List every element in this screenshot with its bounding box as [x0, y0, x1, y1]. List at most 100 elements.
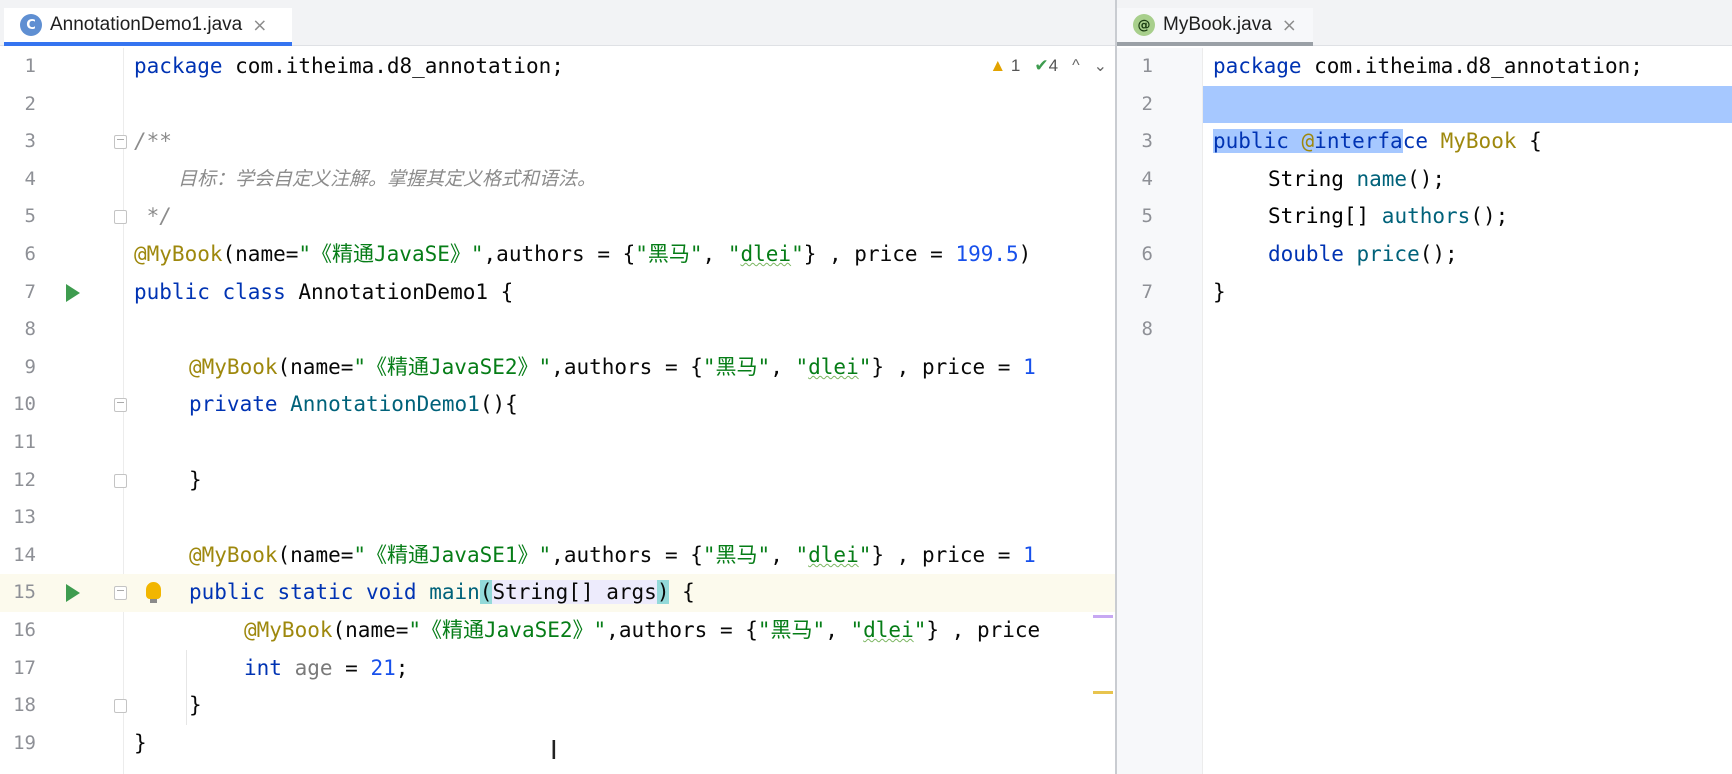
code-line: 18 }: [0, 687, 1115, 725]
line-number: 5: [1141, 205, 1153, 228]
code-line: 17 int age = 21;: [0, 650, 1115, 688]
line-number: 7: [1141, 280, 1153, 303]
code-text: @MyBook(name="《精通JavaSE》",authors = {"黑马…: [134, 242, 1032, 266]
line-number: 2: [24, 92, 36, 115]
line-number: 1: [1141, 55, 1153, 77]
code-text: 目标：学会自定义注解。掌握其定义格式和语法。: [178, 167, 597, 190]
selection-highlight: [1203, 85, 1732, 124]
close-icon[interactable]: ×: [252, 15, 267, 36]
line-number: 11: [13, 431, 36, 453]
line-number: 16: [13, 619, 36, 641]
warning-count[interactable]: ▲ 1: [989, 56, 1020, 76]
close-icon[interactable]: ×: [1282, 15, 1297, 36]
code-line-current: 15 public static void main(String[] args…: [0, 574, 1115, 612]
line-number: 10: [13, 393, 36, 416]
tab-label: MyBook.java: [1163, 14, 1272, 35]
check-count[interactable]: ✔4: [1034, 56, 1058, 76]
line-number: 8: [1141, 318, 1153, 341]
code-line: 5 */: [0, 198, 1115, 236]
code-text: */: [134, 204, 172, 229]
fold-end-icon[interactable]: [114, 699, 127, 714]
code-text: public class AnnotationDemo1 {: [134, 279, 514, 304]
code-text: public @interface MyBook {: [1213, 129, 1542, 154]
code-text: public static void main(String[] args) {: [189, 580, 695, 605]
line-number: 2: [1141, 92, 1153, 115]
left-code-editor[interactable]: ▲ 1 ✔4 ^ ⌄ 1 package com.itheima.d8_anno…: [0, 48, 1115, 774]
code-text: /**: [134, 129, 172, 154]
line-number: 8: [24, 318, 36, 341]
code-text: double price();: [1268, 242, 1458, 266]
code-line: 5 String[] authors();: [1117, 198, 1732, 236]
line-number: 3: [24, 130, 36, 153]
line-number: 12: [13, 468, 36, 491]
line-number: 5: [24, 205, 36, 228]
code-line: 8: [0, 311, 1115, 349]
code-line: 2: [1117, 85, 1732, 124]
fold-icon[interactable]: [114, 135, 127, 150]
line-number: 19: [13, 731, 36, 754]
code-text: @MyBook(name="《精通JavaSE2》",authors = {"黑…: [189, 354, 1036, 379]
class-file-icon: C: [20, 14, 42, 36]
code-line: 7 }: [1117, 274, 1732, 312]
line-number: 4: [24, 167, 36, 190]
run-icon[interactable]: [66, 283, 80, 302]
line-number: 13: [13, 506, 36, 529]
run-icon[interactable]: [66, 584, 80, 603]
fold-icon[interactable]: [114, 398, 127, 413]
code-text: private AnnotationDemo1(){: [189, 392, 518, 417]
code-line: 2: [0, 86, 1115, 124]
code-text: String[] authors();: [1268, 204, 1509, 229]
code-line: 1 package com.itheima.d8_annotation;: [1117, 48, 1732, 86]
code-line: 11: [0, 424, 1115, 462]
code-line: 16 @MyBook(name="《精通JavaSE2》",authors = …: [0, 612, 1115, 650]
code-line: 3 public @interface MyBook {: [1117, 123, 1732, 161]
code-line: 9 @MyBook(name="《精通JavaSE2》",authors = {…: [0, 349, 1115, 387]
line-number: 3: [1141, 130, 1153, 153]
fold-icon[interactable]: [114, 586, 127, 601]
code-line: 6 @MyBook(name="《精通JavaSE》",authors = {"…: [0, 236, 1115, 274]
code-text: @MyBook(name="《精通JavaSE1》",authors = {"黑…: [189, 542, 1036, 567]
code-text: }: [1213, 279, 1226, 304]
chevron-up-icon[interactable]: ^: [1072, 57, 1080, 75]
code-text: }: [189, 467, 202, 492]
line-number: 7: [24, 280, 36, 303]
right-code-editor[interactable]: 1 package com.itheima.d8_annotation; 2 3…: [1117, 48, 1732, 774]
right-editor-tabbar: @ MyBook.java ×: [1117, 0, 1732, 46]
line-number: 18: [13, 694, 36, 717]
tab-label: AnnotationDemo1.java: [50, 14, 243, 35]
chevron-down-icon[interactable]: ⌄: [1094, 56, 1107, 76]
fold-end-icon[interactable]: [114, 473, 127, 488]
code-line: 7 public class AnnotationDemo1 {: [0, 274, 1115, 312]
tab-mybook[interactable]: @ MyBook.java ×: [1117, 8, 1313, 46]
check-icon: ✔: [1034, 56, 1049, 75]
code-line: 4 目标：学会自定义注解。掌握其定义格式和语法。: [0, 161, 1115, 199]
lightbulb-icon[interactable]: [146, 582, 161, 604]
code-text: @MyBook(name="《精通JavaSE2》",authors = {"黑…: [244, 618, 1041, 642]
tab-annotationdemo1[interactable]: C AnnotationDemo1.java ×: [4, 8, 292, 46]
fold-end-icon[interactable]: [114, 210, 127, 225]
line-number: 1: [24, 55, 36, 77]
code-text: package com.itheima.d8_annotation;: [134, 54, 564, 78]
code-line: 8: [1117, 311, 1732, 349]
text-cursor-icon: I: [550, 736, 558, 766]
code-line: 4 String name();: [1117, 161, 1732, 199]
scrollbar-marker[interactable]: [1093, 615, 1113, 618]
inspection-widget[interactable]: ▲ 1 ✔4 ^ ⌄: [989, 56, 1107, 76]
code-line: 14 @MyBook(name="《精通JavaSE1》",authors = …: [0, 537, 1115, 575]
code-text: }: [134, 730, 147, 755]
left-editor-tabbar: C AnnotationDemo1.java ×: [0, 0, 1115, 46]
code-text: String name();: [1268, 166, 1446, 191]
line-number: 4: [1141, 167, 1153, 190]
scrollbar-marker[interactable]: [1093, 691, 1113, 694]
code-text: }: [189, 693, 202, 718]
warning-icon: ▲: [989, 56, 1007, 75]
code-line: 12 }: [0, 462, 1115, 500]
code-line: 6 double price();: [1117, 236, 1732, 274]
annotation-file-icon: @: [1133, 14, 1155, 36]
line-number: 6: [24, 243, 36, 265]
code-text: package com.itheima.d8_annotation;: [1213, 54, 1643, 78]
line-number: 9: [24, 355, 36, 378]
code-line: 10 private AnnotationDemo1(){: [0, 386, 1115, 424]
line-number: 14: [13, 543, 36, 566]
code-line: 3 /**: [0, 123, 1115, 161]
